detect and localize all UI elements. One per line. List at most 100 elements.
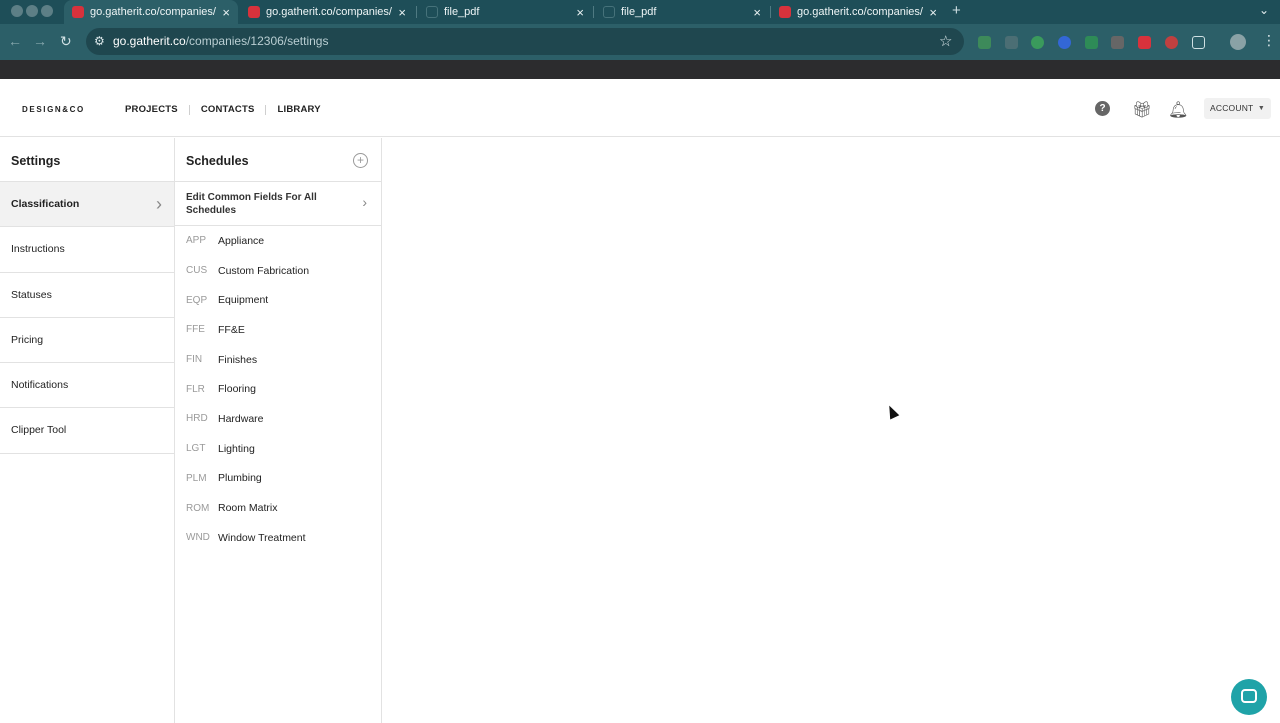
site-settings-icon[interactable]: ⚙ bbox=[94, 34, 105, 48]
extension-icon[interactable] bbox=[1058, 36, 1071, 49]
schedule-name: Window Treatment bbox=[218, 531, 306, 544]
company-logo[interactable]: DESIGN&CO bbox=[22, 105, 85, 114]
sheets-icon[interactable] bbox=[1085, 36, 1098, 49]
close-icon[interactable]: × bbox=[398, 5, 406, 20]
settings-item-pricing[interactable]: Pricing bbox=[0, 318, 174, 364]
browser-tab-bar: go.gatherit.co/companies/12306/settings … bbox=[0, 0, 1280, 24]
settings-item-instructions[interactable]: Instructions bbox=[0, 227, 174, 273]
settings-item-notifications[interactable]: Notifications bbox=[0, 363, 174, 409]
more-menu-icon[interactable]: ⋮ bbox=[1262, 32, 1276, 49]
puzzle-extensions-icon[interactable] bbox=[1192, 36, 1205, 49]
main-nav: PROJECTS CONTACTS LIBRARY bbox=[125, 104, 321, 115]
close-icon[interactable]: × bbox=[222, 5, 230, 20]
schedule-code: PLM bbox=[186, 472, 207, 484]
settings-item-clipper-tool[interactable]: Clipper Tool bbox=[0, 408, 174, 454]
chat-launcher[interactable] bbox=[1231, 679, 1267, 715]
window-close-dot[interactable] bbox=[11, 5, 23, 17]
url-host: go.gatherit.co bbox=[113, 34, 186, 48]
gatherit-icon[interactable] bbox=[1138, 36, 1151, 49]
settings-item-classification[interactable]: Classification › bbox=[0, 182, 174, 228]
settings-item-label: Pricing bbox=[11, 333, 44, 346]
tab-title: file_pdf bbox=[444, 6, 480, 18]
schedule-item[interactable]: WND Window Treatment bbox=[175, 523, 381, 553]
nav-divider bbox=[265, 104, 267, 115]
schedule-name: Hardware bbox=[218, 412, 264, 425]
schedule-item[interactable]: LGT Lighting bbox=[175, 434, 381, 464]
schedule-name: Equipment bbox=[218, 294, 269, 307]
edit-common-fields-row[interactable]: Edit Common Fields For All Schedules › bbox=[175, 181, 381, 226]
new-tab-icon[interactable]: + bbox=[952, 2, 961, 19]
add-schedule-icon[interactable]: + bbox=[353, 153, 368, 168]
back-arrow-icon[interactable]: ← bbox=[8, 33, 22, 49]
forward-arrow-icon[interactable]: → bbox=[33, 33, 47, 49]
close-icon[interactable]: × bbox=[929, 5, 937, 20]
schedules-panel: Schedules + Edit Common Fields For All S… bbox=[175, 138, 382, 723]
close-icon[interactable]: × bbox=[753, 5, 761, 20]
schedule-code: EQP bbox=[186, 294, 208, 306]
extension-icon[interactable] bbox=[1005, 36, 1018, 49]
schedule-item[interactable]: HRD Hardware bbox=[175, 404, 381, 434]
gatherit-icon bbox=[248, 6, 260, 18]
detail-panel bbox=[383, 138, 1280, 723]
schedule-item[interactable]: FIN Finishes bbox=[175, 345, 381, 375]
tab-title: go.gatherit.co/companies/12306/settings bbox=[90, 6, 216, 18]
settings-item-label: Clipper Tool bbox=[11, 424, 67, 437]
schedule-name: Room Matrix bbox=[218, 502, 278, 515]
schedule-name: Appliance bbox=[218, 234, 265, 247]
extension-icon[interactable] bbox=[1111, 36, 1124, 49]
window-minimize-dot[interactable] bbox=[26, 5, 38, 17]
account-menu[interactable]: ACCOUNT ▼ bbox=[1204, 98, 1271, 119]
gatherit-icon bbox=[72, 6, 84, 18]
tab-divider bbox=[593, 6, 594, 18]
window-zoom-dot[interactable] bbox=[41, 5, 53, 17]
nav-divider bbox=[188, 104, 190, 115]
tab-search-chevron-icon[interactable]: ⌄ bbox=[1259, 3, 1269, 17]
tab-title: go.gatherit.co/companies/12306/settings bbox=[266, 6, 392, 18]
extension-icon[interactable] bbox=[978, 36, 991, 49]
bookmark-star-icon[interactable]: ☆ bbox=[939, 32, 952, 50]
settings-panel: Settings Classification › Instructions S… bbox=[0, 138, 175, 723]
profile-avatar[interactable] bbox=[1230, 34, 1246, 50]
schedule-code: FIN bbox=[186, 354, 203, 366]
schedule-code: WND bbox=[186, 532, 210, 544]
settings-item-statuses[interactable]: Statuses bbox=[0, 273, 174, 318]
browser-tab[interactable]: go.gatherit.co/companies/12306/settings … bbox=[64, 0, 238, 24]
url-text[interactable]: go.gatherit.co/companies/12306/settings bbox=[113, 34, 328, 48]
browser-tab[interactable]: go.gatherit.co/companies/12306/settings … bbox=[771, 0, 945, 24]
settings-list: Classification › Instructions Statuses P… bbox=[0, 181, 174, 454]
nav-contacts[interactable]: CONTACTS bbox=[201, 104, 255, 115]
schedule-item[interactable]: APP Appliance bbox=[175, 226, 381, 256]
browser-tab[interactable]: go.gatherit.co/companies/12306/settings … bbox=[240, 0, 414, 24]
schedule-item[interactable]: CUS Custom Fabrication bbox=[175, 256, 381, 286]
blank-page-icon bbox=[603, 6, 615, 18]
schedule-item[interactable]: EQP Equipment bbox=[175, 285, 381, 315]
reload-icon[interactable]: ↻ bbox=[60, 33, 72, 50]
nav-projects[interactable]: PROJECTS bbox=[125, 104, 178, 115]
settings-title: Settings bbox=[11, 154, 61, 168]
schedule-name: Plumbing bbox=[218, 472, 262, 485]
grammarly-icon[interactable] bbox=[1031, 36, 1044, 49]
bell-icon[interactable]: 🔔︎ bbox=[1168, 100, 1188, 120]
schedule-code: APP bbox=[186, 235, 207, 247]
account-label: ACCOUNT bbox=[1210, 103, 1254, 113]
schedule-item[interactable]: ROM Room Matrix bbox=[175, 493, 381, 523]
browser-tab[interactable]: file_pdf × bbox=[418, 0, 592, 24]
schedule-item[interactable]: FLR Flooring bbox=[175, 374, 381, 404]
help-icon[interactable]: ? bbox=[1095, 101, 1110, 116]
blank-page-icon bbox=[426, 6, 438, 18]
schedule-list: APP Appliance CUS Custom Fabrication EQP Eq… bbox=[175, 226, 381, 553]
url-path: /companies/12306/settings bbox=[185, 34, 329, 48]
schedules-title: Schedules bbox=[186, 154, 249, 168]
schedule-name: FF&E bbox=[218, 323, 245, 336]
gift-icon[interactable]: 🎁︎ bbox=[1132, 100, 1152, 120]
browser-tab[interactable]: file_pdf × bbox=[595, 0, 769, 24]
address-bar[interactable]: ⚙ go.gatherit.co/companies/12306/setting… bbox=[86, 28, 964, 55]
nav-library[interactable]: LIBRARY bbox=[277, 104, 320, 115]
extension-icon[interactable] bbox=[1165, 36, 1178, 49]
schedule-code: FLR bbox=[186, 383, 205, 395]
tab-divider bbox=[416, 6, 417, 18]
schedule-item[interactable]: FFE FF&E bbox=[175, 315, 381, 345]
browser-toolbar: ← → ↻ ⚙ go.gatherit.co/companies/12306/s… bbox=[0, 24, 1280, 60]
close-icon[interactable]: × bbox=[576, 5, 584, 20]
schedule-item[interactable]: PLM Plumbing bbox=[175, 464, 381, 494]
